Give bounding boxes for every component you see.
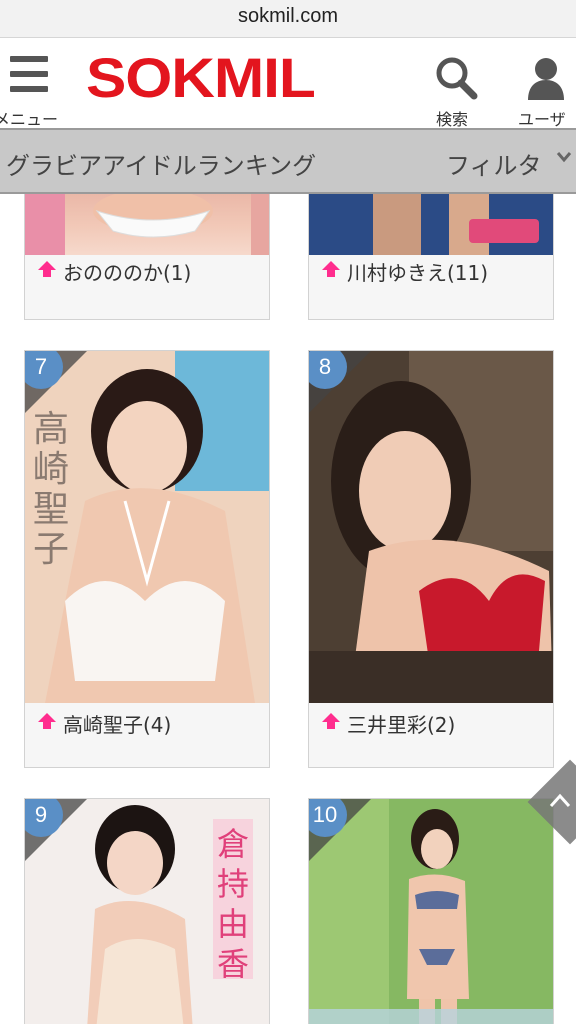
svg-text:持: 持 — [217, 865, 249, 903]
filter-button[interactable]: フィルタ — [446, 146, 542, 181]
menu-button[interactable]: メニュー — [0, 52, 64, 129]
address-bar[interactable]: sokmil.com — [0, 0, 576, 38]
cover-art — [309, 194, 553, 255]
ranking-card[interactable]: 川村ゆきえ(11) — [308, 194, 554, 320]
card-caption: 高崎聖子(4) — [25, 707, 269, 737]
svg-text:香: 香 — [217, 945, 249, 983]
url-text: sokmil.com — [237, 5, 338, 27]
chevron-up-icon — [549, 793, 571, 808]
card-caption: おのののか(1) — [25, 255, 269, 285]
ranking-card[interactable]: おのののか(1) — [24, 194, 270, 320]
ranking-card[interactable]: 10 — [308, 798, 554, 1024]
idol-name: 高崎聖子(4) — [63, 713, 172, 737]
site-header: メニュー SOKMIL 検索 ユーザ — [0, 38, 576, 129]
idol-name: 川村ゆきえ(11) — [347, 261, 489, 285]
ranking-card[interactable]: 8 三井里彩(2) — [308, 350, 554, 768]
cover-image — [25, 194, 269, 255]
hamburger-icon — [10, 56, 48, 96]
idol-name: おのののか(1) — [63, 261, 192, 285]
search-icon — [436, 57, 478, 100]
trend-up-icon — [322, 713, 340, 729]
ranking-card[interactable]: 倉 持 由 香 9 — [24, 798, 270, 1024]
ranking-card[interactable]: 高 崎 聖 子 7 高崎聖子(4) — [24, 350, 270, 768]
idol-name: 三井里彩(2) — [347, 713, 456, 737]
search-button[interactable]: 検索 — [428, 52, 484, 129]
user-button[interactable]: ユーザ — [514, 52, 576, 129]
sokmil-logo[interactable]: SOKMIL — [86, 48, 316, 108]
search-label: 検索 — [436, 110, 469, 129]
ranking-grid: おのののか(1) 川村ゆきえ(11) 高 崎 聖 子 7 高崎聖子(4) 8 三… — [0, 194, 576, 1024]
category-bar: グラビアアイドルランキング フィルタ — [0, 128, 576, 194]
svg-text:由: 由 — [217, 905, 249, 943]
svg-text:子: 子 — [33, 529, 69, 570]
svg-text:倉: 倉 — [217, 825, 249, 863]
user-icon — [528, 58, 564, 100]
cover-art — [25, 194, 269, 255]
cover-image — [309, 194, 553, 255]
chevron-down-icon — [556, 152, 572, 163]
svg-text:高: 高 — [33, 409, 69, 450]
card-caption: 三井里彩(2) — [309, 707, 553, 737]
menu-label: メニュー — [0, 110, 59, 129]
trend-up-icon — [322, 261, 340, 277]
category-title: グラビアアイドルランキング — [6, 152, 317, 180]
svg-text:聖: 聖 — [33, 489, 69, 530]
card-caption: 川村ゆきえ(11) — [309, 255, 553, 285]
trend-up-icon — [38, 261, 56, 277]
user-label: ユーザ — [518, 110, 566, 129]
svg-text:崎: 崎 — [33, 449, 69, 490]
trend-up-icon — [38, 713, 56, 729]
